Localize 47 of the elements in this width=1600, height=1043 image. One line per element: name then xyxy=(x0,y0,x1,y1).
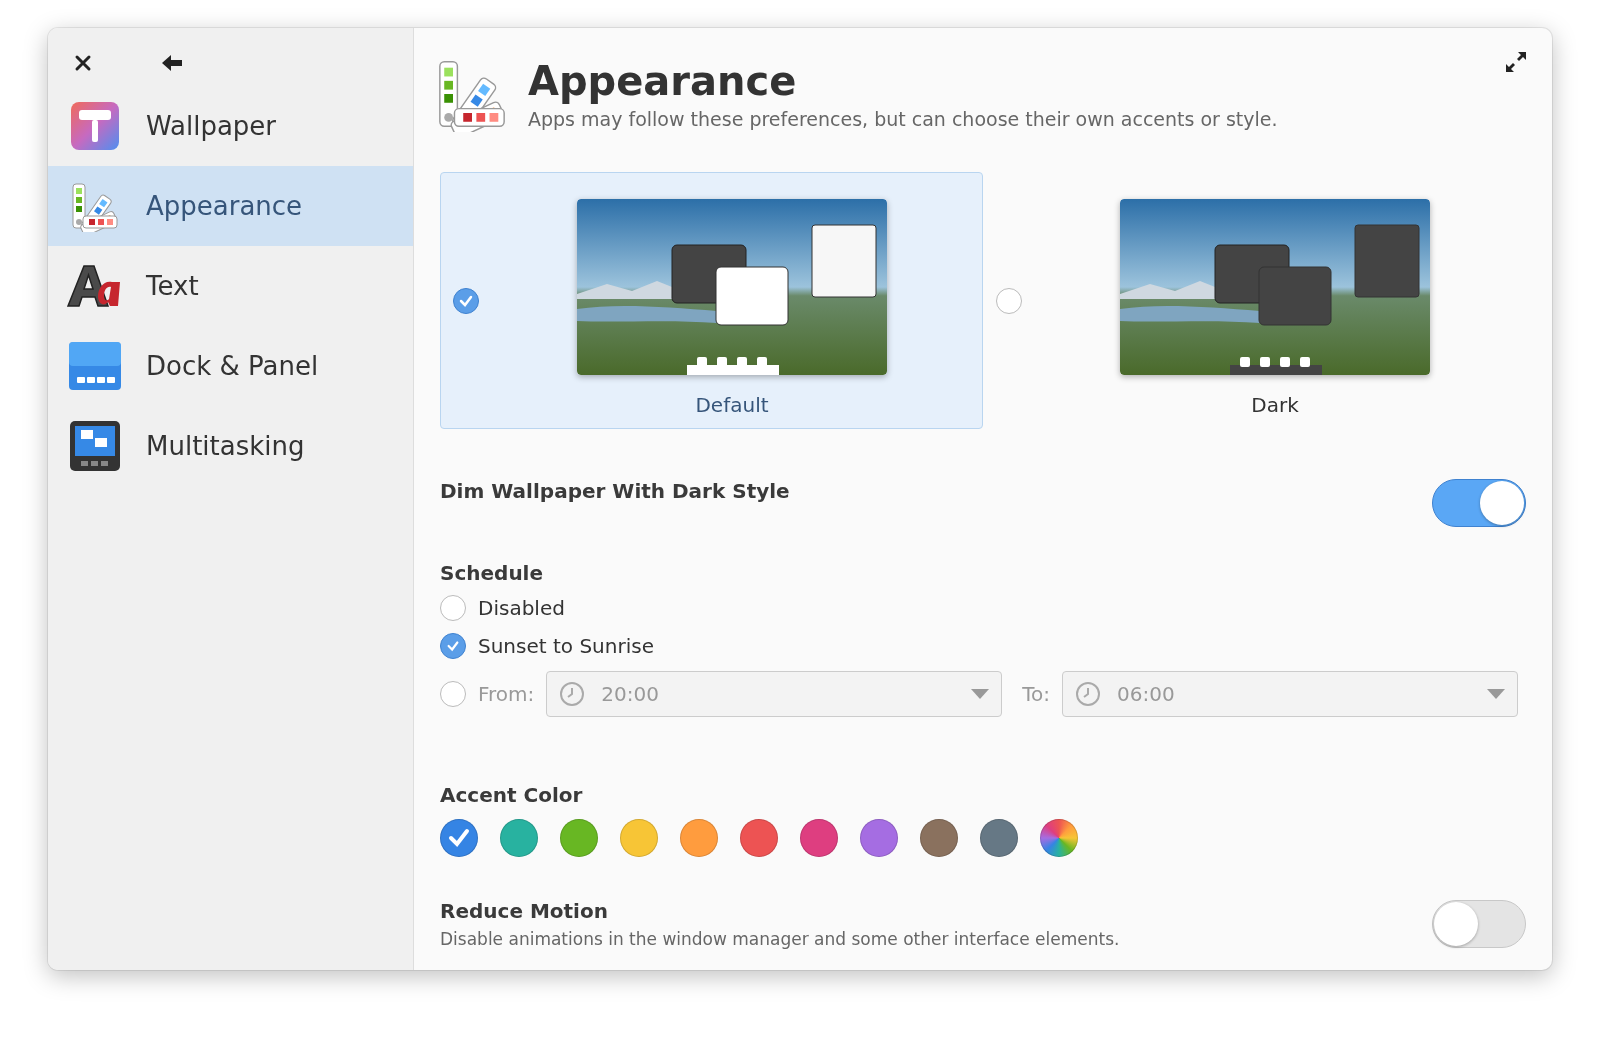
color-swatch[interactable] xyxy=(440,819,478,857)
color-swatch[interactable] xyxy=(800,819,838,857)
setting-label: Dim Wallpaper With Dark Style xyxy=(440,479,790,503)
sidebar-item[interactable]: Appearance xyxy=(48,166,413,246)
sidebar-item[interactable]: Dock & Panel xyxy=(48,326,413,406)
toggle-switch[interactable] xyxy=(1432,900,1526,948)
page-title: Appearance xyxy=(528,58,798,104)
sidebar-item[interactable]: Multitasking xyxy=(48,406,413,486)
color-swatch[interactable] xyxy=(620,819,658,857)
color-swatch[interactable] xyxy=(860,819,898,857)
close-icon[interactable] xyxy=(74,54,92,72)
color-swatch[interactable] xyxy=(980,819,1018,857)
dropdown-arrow-icon xyxy=(971,689,990,699)
option-label: From: xyxy=(478,682,535,706)
style-option[interactable]: Dark xyxy=(983,172,1526,429)
option-label: Sunset to Sunrise xyxy=(478,634,654,658)
expand-icon[interactable] xyxy=(1504,50,1528,74)
color-swatch[interactable] xyxy=(500,819,538,857)
style-label: Dark xyxy=(1251,392,1299,417)
clock-icon xyxy=(1075,681,1102,707)
radio-button[interactable] xyxy=(440,595,466,621)
style-label: Default xyxy=(695,392,769,417)
dock-panel-icon xyxy=(66,341,124,391)
color-swatch[interactable] xyxy=(560,819,598,857)
sidebar-item[interactable]: Wallpaper xyxy=(48,86,413,166)
setting-description: Disable animations in the window manager and some other interface elements. xyxy=(440,929,1120,949)
sidebar-item[interactable]: Text xyxy=(48,246,413,326)
option-label: To: xyxy=(1022,682,1051,706)
back-arrow-icon[interactable] xyxy=(160,53,184,73)
color-swatch[interactable] xyxy=(920,819,958,857)
radio-button[interactable] xyxy=(996,287,1022,314)
checkmark-icon xyxy=(446,639,460,653)
toggle-switch[interactable] xyxy=(1432,479,1526,527)
clock-icon xyxy=(559,681,586,707)
radio-button[interactable] xyxy=(440,633,466,659)
style-option[interactable]: Default xyxy=(440,172,983,429)
radio-button[interactable] xyxy=(440,681,466,707)
section-heading: Schedule xyxy=(440,561,545,585)
color-swatch[interactable] xyxy=(680,819,718,857)
radio-button[interactable] xyxy=(453,287,479,314)
color-swatch[interactable] xyxy=(740,819,778,857)
option-label: Disabled xyxy=(478,596,565,620)
section-heading: Accent Color xyxy=(440,783,584,807)
multicolor-swatch[interactable] xyxy=(1040,819,1078,857)
page-subtitle: Apps may follow these preferences, but can choose their own accents or style. xyxy=(528,108,1278,130)
dropdown-arrow-icon xyxy=(1487,689,1506,699)
setting-label: Reduce Motion xyxy=(440,899,609,923)
